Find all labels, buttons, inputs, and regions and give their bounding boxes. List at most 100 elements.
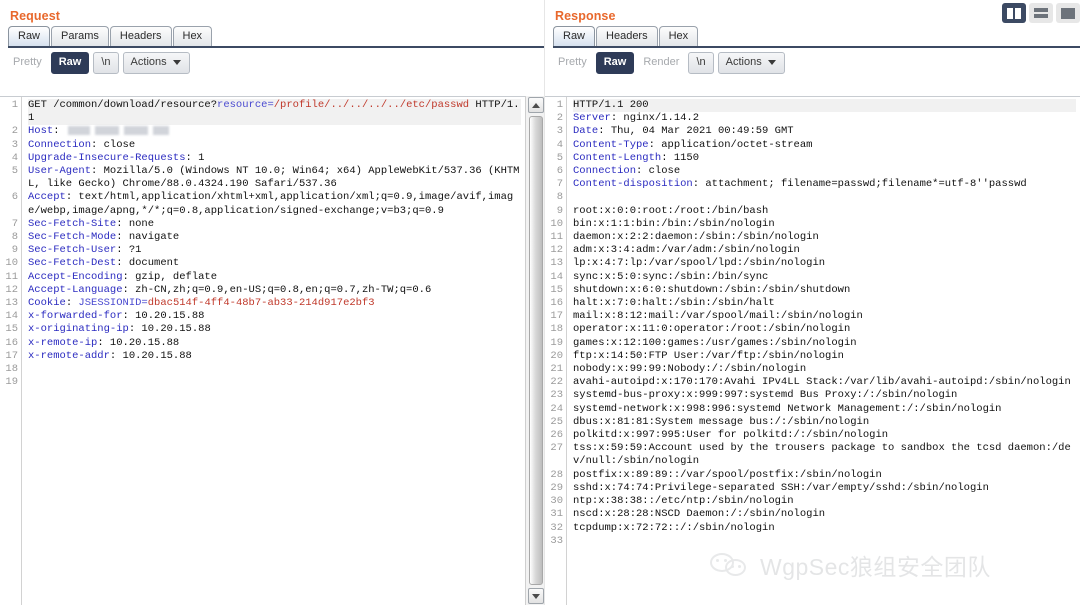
line-number: 25 <box>550 415 563 428</box>
code-line: Accept-Encoding: gzip, deflate <box>28 270 218 283</box>
horizontal-split-layout-button[interactable] <box>1029 3 1053 23</box>
code-line: polkitd:x:997:995:User for polkitd:/:/sb… <box>573 429 889 442</box>
code-line: postfix:x:89:89::/var/spool/postfix:/sbi… <box>573 468 882 481</box>
code-line: tcpdump:x:72:72::/:/sbin/nologin <box>573 521 775 534</box>
response-newline-button[interactable]: \n <box>688 52 714 74</box>
code-line: Upgrade-Insecure-Requests: 1 <box>28 151 205 164</box>
request-actions-button[interactable]: Actions <box>122 52 190 74</box>
line-number: 2 <box>11 125 18 138</box>
scroll-down-arrow-icon[interactable] <box>528 588 544 604</box>
line-number: 6 <box>11 191 18 204</box>
line-number: 18 <box>5 363 18 376</box>
line-number: 26 <box>550 429 563 442</box>
tab-response-headers[interactable]: Headers <box>596 26 658 46</box>
response-pane-title: Response <box>555 9 616 23</box>
code-line: x-remote-addr: 10.20.15.88 <box>28 349 192 362</box>
line-number: 19 <box>550 336 563 349</box>
line-number: 30 <box>550 495 563 508</box>
response-actions-button[interactable]: Actions <box>717 52 785 74</box>
code-line: operator:x:11:0:operator:/root:/sbin/nol… <box>573 323 851 336</box>
line-number: 12 <box>550 244 563 257</box>
code-line: Accept-Language: zh-CN,zh;q=0.9,en-US;q=… <box>28 283 432 296</box>
code-line: sync:x:5:0:sync:/sbin:/bin/sync <box>573 270 769 283</box>
line-number: 13 <box>550 257 563 270</box>
line-number: 8 <box>11 231 18 244</box>
line-number: 8 <box>556 191 563 204</box>
tab-response-hex[interactable]: Hex <box>658 26 699 46</box>
code-line: nobody:x:99:99:Nobody:/:/sbin/nologin <box>573 363 807 376</box>
vertical-split-icon <box>1007 7 1021 19</box>
layout-buttons <box>1002 3 1080 23</box>
response-pane: Response Raw Headers Hex Pretty Raw Rend… <box>545 0 1080 605</box>
vertical-split-layout-button[interactable] <box>1002 3 1026 23</box>
line-number: 6 <box>556 165 563 178</box>
line-number: 15 <box>550 283 563 296</box>
request-pretty-button[interactable]: Pretty <box>8 53 47 73</box>
horizontal-split-icon <box>1034 8 1048 18</box>
line-number: 10 <box>550 217 563 230</box>
code-line: systemd-network:x:998:996:systemd Networ… <box>573 402 1002 415</box>
scrollbar-thumb[interactable] <box>529 116 543 585</box>
response-tabstrip: Raw Headers Hex <box>553 26 1080 48</box>
line-number: 5 <box>11 165 18 178</box>
request-tabstrip: Raw Params Headers Hex <box>8 26 545 48</box>
line-number: 17 <box>5 349 18 362</box>
response-raw-text[interactable]: HTTP/1.1 200 Server: nginx/1.14.2 Date: Th… <box>567 97 1080 605</box>
line-number: 32 <box>550 521 563 534</box>
tab-request-raw[interactable]: Raw <box>8 26 51 46</box>
tab-response-raw[interactable]: Raw <box>553 26 596 46</box>
code-line: Connection: close <box>28 138 136 151</box>
line-number: 17 <box>550 310 563 323</box>
line-number: 3 <box>556 125 563 138</box>
code-line: Connection: close <box>573 165 681 178</box>
code-line: Content-Type: application/octet-stream <box>573 138 813 151</box>
code-line: games:x:12:100:games:/usr/games:/sbin/no… <box>573 336 857 349</box>
code-line: halt:x:7:0:halt:/sbin:/sbin/halt <box>573 297 775 310</box>
code-line: GET /common/download/resource?resource=/… <box>28 99 521 126</box>
line-number: 20 <box>550 349 563 362</box>
chevron-down-icon <box>767 60 776 65</box>
line-number: 22 <box>550 376 563 389</box>
request-newline-button[interactable]: \n <box>93 52 119 74</box>
line-number: 28 <box>550 468 563 481</box>
line-number: 33 <box>550 534 563 547</box>
response-code-area[interactable]: 1 2 3 4 5 6 7 8 9 10 11 12 13 14 15 16 17 18 19 20 21 22 23 24 2… <box>545 96 1080 605</box>
code-line: dbus:x:81:81:System message bus:/:/sbin/… <box>573 415 870 428</box>
line-number: 27 <box>550 442 563 455</box>
response-actions-label: Actions <box>725 56 762 68</box>
line-number: 5 <box>556 151 563 164</box>
tab-request-hex[interactable]: Hex <box>172 26 213 46</box>
line-number: 9 <box>11 244 18 257</box>
request-code-area[interactable]: 1 2 3 4 5 6 7 8 9 10 11 12 13 14 15 16 17 18 19 GET /commo… <box>0 96 525 605</box>
code-line: nscd:x:28:28:NSCD Daemon:/:/sbin/nologin <box>573 508 826 521</box>
request-raw-button[interactable]: Raw <box>50 52 90 74</box>
response-render-button[interactable]: Render <box>638 53 684 73</box>
tab-request-params[interactable]: Params <box>51 26 109 46</box>
code-line: sshd:x:74:74:Privilege-separated SSH:/va… <box>573 481 989 494</box>
code-line: adm:x:3:4:adm:/var/adm:/sbin/nologin <box>573 244 800 257</box>
code-line: Sec-Fetch-Mode: navigate <box>28 231 180 244</box>
code-line: bin:x:1:1:bin:/bin:/sbin/nologin <box>573 217 775 230</box>
line-number: 14 <box>5 310 18 323</box>
code-line: Sec-Fetch-Dest: document <box>28 257 180 270</box>
single-pane-layout-button[interactable] <box>1056 3 1080 23</box>
request-vertical-scrollbar[interactable] <box>525 96 545 605</box>
code-line: lp:x:4:7:lp:/var/spool/lpd:/sbin/nologin <box>573 257 826 270</box>
code-line: ntp:x:38:38::/etc/ntp:/sbin/nologin <box>573 495 794 508</box>
response-pretty-button[interactable]: Pretty <box>553 53 592 73</box>
code-line: Date: Thu, 04 Mar 2021 00:49:59 GMT <box>573 125 794 138</box>
line-number: 18 <box>550 323 563 336</box>
tab-request-headers[interactable]: Headers <box>109 26 172 46</box>
line-number: 4 <box>11 151 18 164</box>
code-line: mail:x:8:12:mail:/var/spool/mail:/sbin/n… <box>573 310 863 323</box>
request-toolbar: Pretty Raw \n Actions <box>0 48 545 76</box>
line-number: 16 <box>5 336 18 349</box>
request-raw-text[interactable]: GET /common/download/resource?resource=/… <box>22 97 525 605</box>
request-actions-label: Actions <box>130 56 167 68</box>
line-number: 3 <box>11 138 18 151</box>
response-raw-button[interactable]: Raw <box>595 52 635 74</box>
scroll-up-arrow-icon[interactable] <box>528 97 544 113</box>
line-number: 10 <box>5 257 18 270</box>
